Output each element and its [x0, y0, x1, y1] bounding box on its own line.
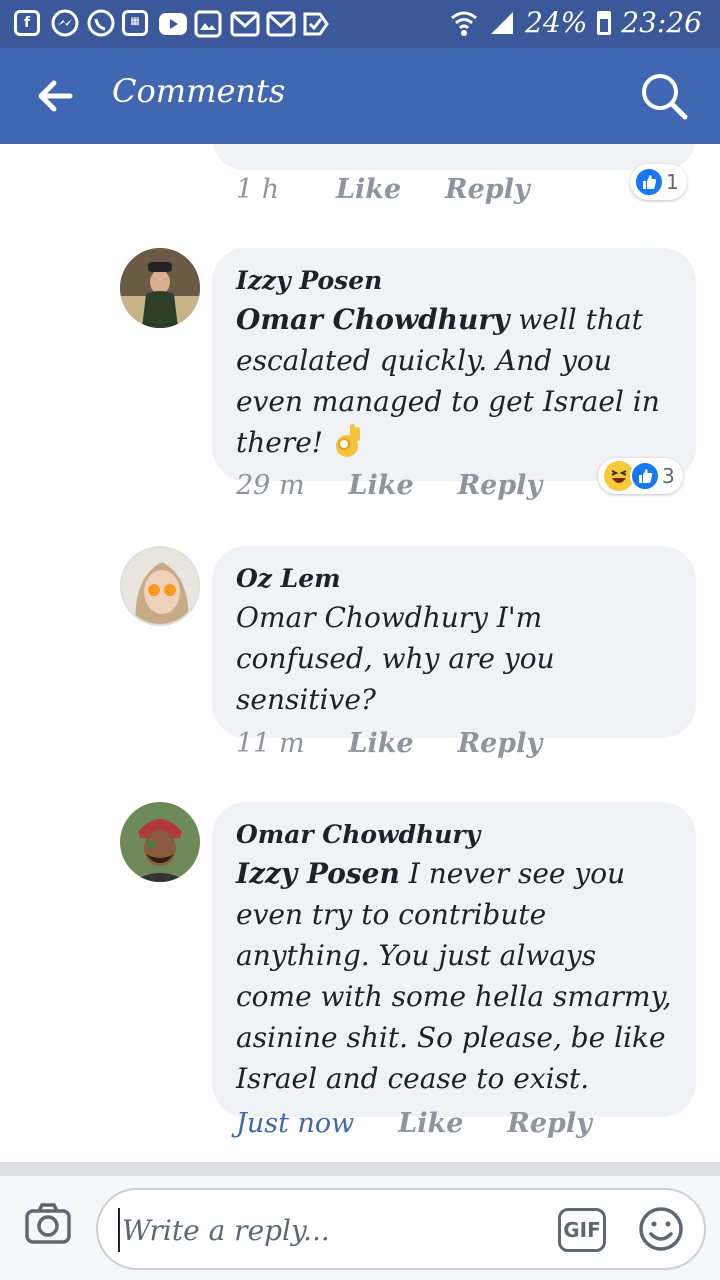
comments-feed[interactable]: 1 1 h Like Reply Izzy Posen Omar Chowdhu… — [0, 144, 720, 1162]
gmail-icon — [230, 11, 260, 37]
mention-link[interactable]: Omar Chowdhury — [236, 303, 509, 336]
like-reaction-icon — [634, 167, 664, 197]
gmail-icon — [266, 11, 296, 37]
reply-button[interactable]: Reply — [507, 1108, 591, 1139]
like-reaction-icon — [630, 461, 660, 491]
facebook-icon: f — [14, 10, 40, 36]
divider — [0, 1162, 720, 1176]
battery-percent: 24% — [525, 6, 588, 39]
app-bar: Comments — [0, 48, 720, 144]
comment-time: 1 h — [236, 174, 280, 205]
reaction-count: 3 — [662, 464, 675, 488]
comment-time: 11 m — [236, 728, 305, 759]
reaction-count: 1 — [666, 170, 679, 194]
comment-body: I never see you even try to contribute a… — [236, 857, 672, 1095]
emoji-icon[interactable] — [638, 1206, 684, 1252]
reply-box: GIF — [96, 1188, 706, 1270]
clock: 23:26 — [621, 6, 702, 39]
wifi-icon — [451, 11, 478, 36]
comment-text: Izzy Posen I never see you even try to c… — [236, 853, 672, 1099]
reaction-summary[interactable]: 1 — [630, 164, 687, 200]
comment-meta: 1 h Like Reply — [236, 174, 530, 205]
check-icon — [303, 12, 329, 36]
comment-meta: 11 m Like Reply — [236, 728, 542, 759]
status-bar: f ▦ 24% 23:26 — [0, 0, 720, 48]
status-right: 24% 23:26 — [449, 6, 702, 39]
messenger-icon — [51, 9, 79, 37]
reply-button[interactable]: Reply — [458, 728, 542, 759]
camera-icon[interactable] — [24, 1202, 72, 1246]
comment-meta: 29 m Like Reply — [236, 470, 542, 501]
comment-bubble — [212, 144, 696, 170]
comment-text: Omar Chowdhury I'm confused, why are you… — [236, 597, 672, 720]
like-button[interactable]: Like — [336, 174, 401, 205]
whatsapp-icon — [87, 9, 115, 37]
signal-icon — [491, 11, 514, 34]
like-button[interactable]: Like — [349, 728, 414, 759]
comment-time: 29 m — [236, 470, 305, 501]
mention-link[interactable]: Omar Chowdhury — [236, 601, 488, 634]
battery-icon — [597, 10, 612, 35]
page-title: Comments — [112, 72, 286, 110]
back-arrow-icon[interactable] — [34, 74, 78, 118]
comment-bubble: Oz Lem Omar Chowdhury I'm confused, why … — [212, 546, 696, 738]
avatar[interactable] — [120, 248, 200, 328]
comment-author[interactable]: Izzy Posen — [236, 266, 672, 295]
comment-author[interactable]: Omar Chowdhury — [236, 820, 672, 849]
gif-button[interactable]: GIF — [558, 1208, 606, 1252]
search-icon[interactable] — [638, 70, 690, 122]
like-button[interactable]: Like — [398, 1108, 463, 1139]
calendar-icon: ▦ — [122, 10, 148, 36]
ok-hand-emoji-icon — [335, 424, 360, 457]
reply-button[interactable]: Reply — [445, 174, 529, 205]
comment-text: Omar Chowdhury well that escalated quick… — [236, 299, 672, 463]
comment-bubble: Omar Chowdhury Izzy Posen I never see yo… — [212, 802, 696, 1117]
comment-time: Just now — [236, 1108, 355, 1139]
reaction-summary[interactable]: 3 — [598, 458, 683, 494]
reply-button[interactable]: Reply — [458, 470, 542, 501]
comment-bubble: Izzy Posen Omar Chowdhury well that esca… — [212, 248, 696, 481]
comment-meta: Just now Like Reply — [236, 1108, 592, 1139]
avatar[interactable] — [120, 802, 200, 882]
reply-input[interactable] — [118, 1208, 538, 1252]
reply-composer: GIF — [0, 1176, 720, 1280]
youtube-icon — [159, 13, 187, 35]
avatar[interactable] — [120, 546, 200, 626]
gallery-icon — [194, 10, 222, 38]
mention-link[interactable]: Izzy Posen — [236, 857, 400, 890]
comment-author[interactable]: Oz Lem — [236, 564, 672, 593]
like-button[interactable]: Like — [349, 470, 414, 501]
